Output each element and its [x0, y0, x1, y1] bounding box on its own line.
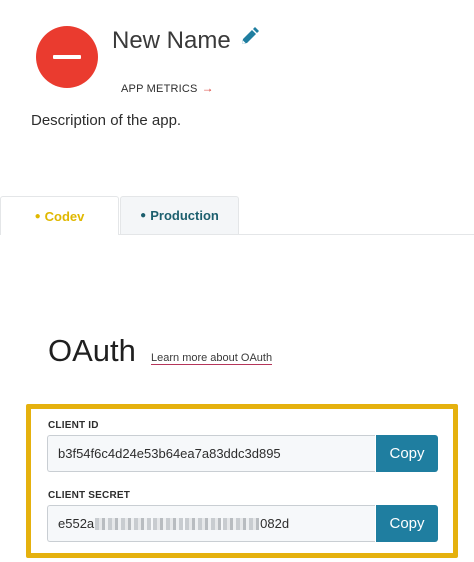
client-id-label: CLIENT ID: [48, 420, 99, 431]
app-name: New Name: [112, 27, 231, 54]
client-secret-field[interactable]: e552a 082d: [47, 505, 375, 542]
tab-codev-label: Codev: [44, 208, 85, 224]
client-id-field[interactable]: b3f54f6c4d24e53b64ea7a83ddc3d895: [47, 435, 375, 472]
codev-status-dot: ●: [34, 210, 41, 222]
redacted-segment: [223, 517, 260, 530]
app-metrics-link[interactable]: APP METRICS →: [121, 81, 214, 95]
copy-client-secret-button[interactable]: Copy: [376, 505, 438, 542]
redacted-segment: [95, 517, 152, 530]
oauth-heading: OAuth: [48, 333, 136, 368]
client-secret-value-start: e552a: [58, 516, 95, 531]
redacted-segment: [153, 517, 184, 530]
client-id-value: b3f54f6c4d24e53b64ea7a83ddc3d895: [58, 446, 281, 461]
app-description: Description of the app.: [31, 112, 182, 129]
redacted-segment: [185, 517, 222, 530]
client-secret-value-end: 082d: [260, 516, 290, 531]
tab-production[interactable]: ● Production: [120, 196, 239, 234]
tab-codev[interactable]: ● Codev: [0, 196, 119, 235]
copy-client-id-button[interactable]: Copy: [376, 435, 438, 472]
learn-more-oauth-link[interactable]: Learn more about OAuth: [151, 352, 273, 365]
app-icon: [36, 26, 98, 88]
app-metrics-label: APP METRICS: [121, 83, 198, 95]
tab-production-label: Production: [150, 208, 219, 223]
arrow-right-icon: →: [201, 81, 214, 95]
minus-icon: [53, 55, 81, 59]
production-status-dot: ●: [140, 210, 147, 221]
client-secret-label: CLIENT SECRET: [48, 490, 131, 501]
pencil-icon[interactable]: [238, 26, 260, 48]
